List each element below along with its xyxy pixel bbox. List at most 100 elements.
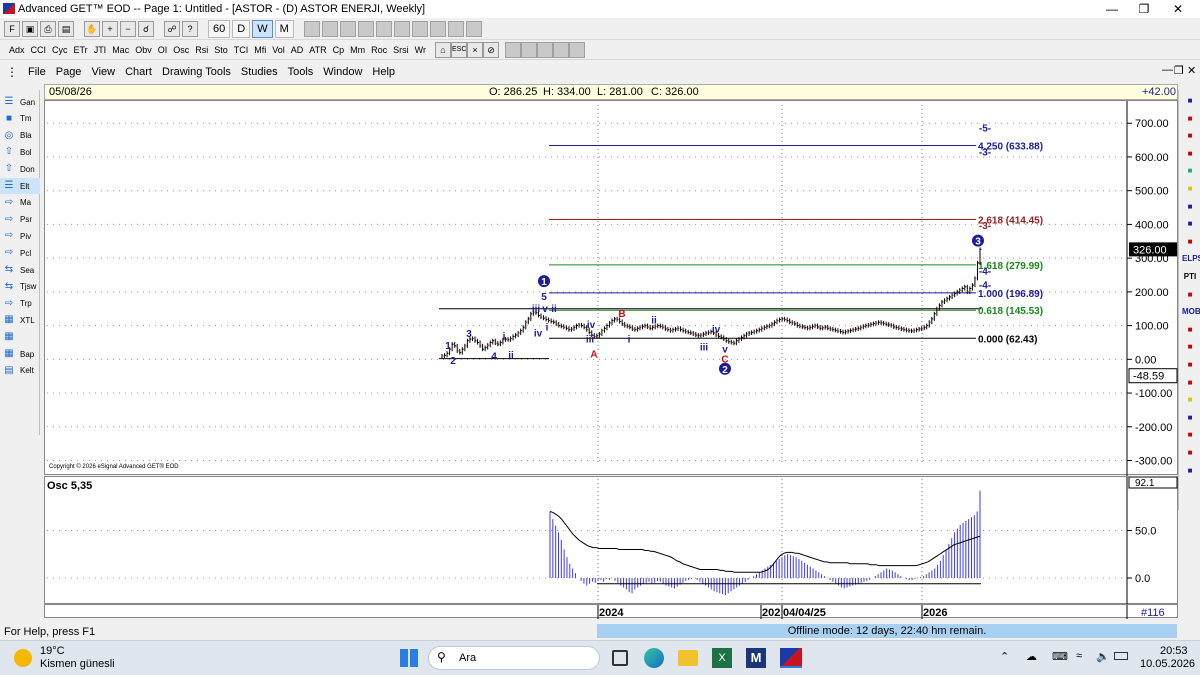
oscillator-chart[interactable]: 50.0 0.0 92.1 — [45, 477, 1179, 605]
menu-window[interactable]: Window — [323, 66, 362, 78]
left-tool-bla[interactable]: ◎ Bla — [0, 128, 40, 144]
study-cp[interactable]: Cp — [330, 42, 348, 58]
right-tool-icon-19[interactable]: ■ — [1182, 428, 1198, 442]
scroll-last-icon[interactable] — [393, 20, 410, 37]
left-tool-elt[interactable]: ☰ Elt — [0, 178, 40, 194]
right-tool-icon-15[interactable]: ■ — [1182, 358, 1198, 372]
save-icon[interactable]: ▤ — [58, 20, 74, 37]
scroll-left-icon[interactable] — [339, 20, 356, 37]
link-icon[interactable]: ☍ — [164, 20, 180, 37]
compress-icon[interactable] — [429, 20, 446, 37]
study-vol[interactable]: Vol — [269, 42, 288, 58]
left-tool-sea[interactable]: ⇆ Sea — [0, 262, 40, 278]
study-mfi[interactable]: Mfi — [251, 42, 269, 58]
close-button[interactable]: ✕ — [1156, 0, 1200, 18]
left-tool-piv[interactable]: ⇨ Piv — [0, 228, 40, 244]
fit-icon[interactable] — [465, 20, 482, 37]
right-tool-icon-21[interactable]: ■ — [1182, 464, 1198, 478]
study-atr[interactable]: ATR — [306, 42, 329, 58]
time-axis[interactable]: 2024 202 04/04/25 2026 #116 — [44, 604, 1178, 619]
taskbar-search[interactable]: ⚲ Ara — [428, 646, 600, 670]
left-tool-lines[interactable]: ▦ — [0, 329, 40, 345]
scroll-right-icon[interactable] — [357, 20, 374, 37]
open-icon[interactable]: ▣ — [22, 20, 38, 37]
excel-icon[interactable]: X — [712, 648, 732, 668]
left-tool-kelt[interactable]: ▤ Kelt — [0, 363, 40, 379]
right-tool-pti[interactable]: PTI — [1182, 270, 1198, 284]
left-tool-ma[interactable]: ⇨ Ma — [0, 195, 40, 211]
right-tool-icon-4[interactable]: ■ — [1182, 164, 1198, 178]
right-tool-icon-2[interactable]: ■ — [1182, 129, 1198, 143]
menu-file[interactable]: File — [28, 66, 46, 78]
menu-drawing-tools[interactable]: Drawing Tools — [162, 66, 231, 78]
menu-tools[interactable]: Tools — [288, 66, 314, 78]
left-tool-don[interactable]: ⇧ Don — [0, 161, 40, 177]
print-icon[interactable]: ⎙ — [40, 20, 56, 37]
wifi-icon[interactable]: ≈ — [1076, 650, 1082, 662]
left-tool-psr[interactable]: ⇨ Psr — [0, 212, 40, 228]
clock-date[interactable]: 10.05.2026 — [1140, 658, 1195, 670]
new-chart-icon[interactable]: F — [4, 20, 20, 37]
interval-weekly-button[interactable]: W — [252, 19, 273, 38]
price-chart-window[interactable]: 700.00 600.00 500.00 400.00 300.00 200.00 100.… — [44, 100, 1179, 476]
mdi-close-button[interactable]: ✕ — [1187, 64, 1196, 77]
study-oi[interactable]: OI — [155, 42, 171, 58]
left-tool-bap[interactable]: ▦ Bap — [0, 346, 40, 362]
study-etr[interactable]: ETr — [71, 42, 91, 58]
mdi-minimize-button[interactable]: — — [1162, 64, 1173, 76]
study-osc[interactable]: Osc — [170, 42, 192, 58]
menu-page[interactable]: Page — [56, 66, 82, 78]
advanced-get-taskbar-icon[interactable] — [780, 648, 802, 668]
magnify-icon[interactable]: ☌ — [138, 20, 154, 37]
right-tool-icon-0[interactable]: ■ — [1182, 94, 1198, 108]
weather-icon[interactable] — [14, 649, 32, 667]
weather-desc[interactable]: Kismen günesli — [40, 658, 115, 670]
left-tool-tm[interactable]: ■ Tm — [0, 111, 40, 127]
right-tool-elps[interactable]: ELPS — [1182, 252, 1200, 266]
right-tool-icon-5[interactable]: ■ — [1182, 182, 1198, 196]
scroll-first-icon[interactable] — [303, 20, 320, 37]
expand-icon[interactable] — [411, 20, 428, 37]
tray-cloud-icon[interactable]: ☁ — [1026, 650, 1037, 663]
hand-icon[interactable]: ✋ — [84, 20, 100, 37]
oscillator-window[interactable]: 50.0 0.0 92.1 Osc 5,35 — [44, 476, 1179, 605]
menu-help[interactable]: Help — [372, 66, 395, 78]
right-tool-icon-18[interactable]: ■ — [1182, 411, 1198, 425]
study-roc[interactable]: Roc — [368, 42, 390, 58]
interval-60-button[interactable]: 60 — [208, 19, 231, 38]
left-tool-xtl[interactable]: ▦ XTL — [0, 312, 40, 328]
study-jti[interactable]: JTI — [91, 42, 110, 58]
right-tool-icon-6[interactable]: ■ — [1182, 200, 1198, 214]
interval-daily-button[interactable]: D — [232, 19, 251, 38]
right-tool-icon-13[interactable]: ■ — [1182, 323, 1198, 337]
zoom-in-icon[interactable]: + — [102, 20, 118, 37]
menu-view[interactable]: View — [91, 66, 115, 78]
study-srsi[interactable]: Srsi — [390, 42, 412, 58]
help-icon[interactable]: ? — [182, 20, 198, 37]
right-tool-icon-17[interactable]: ■ — [1182, 393, 1198, 407]
layout-4-icon[interactable] — [569, 41, 586, 58]
left-tool-pcl[interactable]: ⇨ Pcl — [0, 245, 40, 261]
layout-2-icon[interactable] — [521, 41, 538, 58]
weather-temp[interactable]: 19°C — [40, 645, 65, 657]
explorer-icon[interactable] — [678, 650, 698, 666]
volume-icon[interactable]: 🔈 — [1096, 650, 1110, 663]
interval-monthly-button[interactable]: M — [274, 19, 294, 38]
price-chart[interactable]: 700.00600.00500.00400.00300.00200.00100.… — [45, 101, 1179, 476]
right-tool-icon-1[interactable]: ■ — [1182, 112, 1198, 126]
study-wr[interactable]: Wr — [412, 42, 429, 58]
right-tool-icon-3[interactable]: ■ — [1182, 147, 1198, 161]
study-mm[interactable]: Mm — [347, 42, 368, 58]
scroll-prev-icon[interactable] — [321, 20, 338, 37]
study-rsi[interactable]: Rsi — [192, 42, 211, 58]
study-tci[interactable]: TCI — [231, 42, 252, 58]
left-tool-tjsw[interactable]: ⇆ Tjsw — [0, 279, 40, 295]
study-ad[interactable]: AD — [288, 42, 307, 58]
left-tool-gan[interactable]: ☰ Gan — [0, 94, 40, 110]
task-view-icon[interactable] — [612, 650, 628, 666]
erase-icon[interactable]: ⊘ — [483, 41, 500, 58]
mdi-document-icon[interactable]: ⋮ — [6, 65, 18, 79]
right-tool-mob[interactable]: MOB — [1182, 305, 1200, 319]
edge-icon[interactable] — [644, 648, 664, 668]
layout-1-icon[interactable] — [505, 41, 522, 58]
